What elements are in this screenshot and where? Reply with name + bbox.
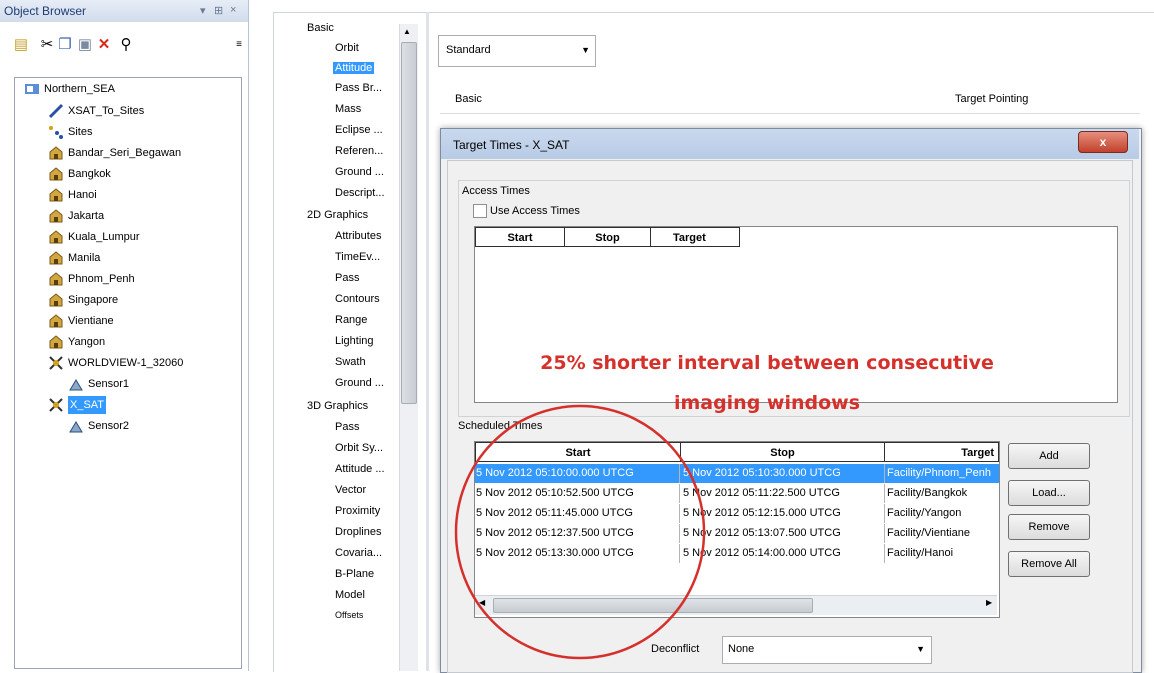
cell-stop: 5 Nov 2012 05:11:22.500 UTCG [681, 484, 885, 503]
category-group-2d-graphics[interactable]: 2D Graphics [307, 209, 368, 221]
category-item[interactable]: Contours [335, 293, 380, 305]
category-item[interactable]: B-Plane [335, 568, 374, 580]
cell-stop: 5 Nov 2012 05:10:30.000 UTCG [681, 464, 885, 483]
facility-icon [49, 251, 63, 265]
scroll-up-icon[interactable]: ▲ [403, 27, 411, 36]
facility-icon [49, 209, 63, 223]
category-item[interactable]: Referen... [335, 145, 383, 157]
scenario-icon [25, 84, 39, 94]
category-item[interactable]: Pass [335, 421, 359, 433]
category-group-basic[interactable]: Basic [307, 22, 334, 34]
scroll-right-icon[interactable]: ▶ [986, 598, 992, 607]
chevron-down-icon: ▼ [916, 644, 925, 654]
cell-stop: 5 Nov 2012 05:14:00.000 UTCG [681, 544, 885, 563]
category-list[interactable]: Basic Orbit Attitude Pass Br... Mass Ecl… [287, 22, 397, 671]
category-item-selected[interactable]: Attitude [333, 62, 375, 74]
facility-icon [49, 293, 63, 307]
annotation-ellipse [454, 404, 706, 660]
satellite-icon [49, 398, 63, 412]
chevron-down-icon: ▼ [581, 45, 590, 55]
category-item[interactable]: Attitude ... [335, 463, 385, 475]
target-pointing-label: Target Pointing [955, 93, 1029, 105]
category-group-3d-graphics[interactable]: 3D Graphics [307, 400, 368, 412]
category-item[interactable]: Orbit Sy... [335, 442, 383, 454]
chain-icon [48, 103, 64, 119]
category-item[interactable]: Vector [335, 484, 366, 496]
column-header-stop[interactable]: Stop [680, 442, 885, 462]
category-item[interactable]: Descript... [335, 187, 385, 199]
satellite-icon [49, 356, 63, 370]
object-browser-toolbar: ▤ ✂ ❐ ▣ ✕ ⚲ ≡ [0, 22, 248, 72]
section-divider [440, 113, 1140, 114]
object-browser-titlebar: Object Browser ▾ ⊞ × [0, 0, 248, 23]
category-item[interactable]: Pass Br... [335, 82, 382, 94]
panel-dropdown-icon[interactable]: ▾ [200, 4, 206, 17]
category-item[interactable]: Offsets [335, 610, 363, 620]
splitter[interactable] [426, 12, 429, 671]
access-times-label: Access Times [462, 185, 530, 197]
cell-target: Facility/Bangkok [887, 487, 968, 499]
use-access-times-label[interactable]: Use Access Times [490, 205, 580, 217]
remove-button[interactable]: Remove [1008, 514, 1090, 540]
constellation-icon [49, 126, 63, 139]
dialog-titlebar[interactable]: Target Times - X_SAT [441, 129, 1139, 159]
category-item[interactable]: Lighting [335, 335, 374, 347]
category-item[interactable]: Ground ... [335, 377, 384, 389]
category-item[interactable]: TimeEv... [335, 251, 380, 263]
load-button[interactable]: Load... [1008, 480, 1090, 506]
column-header-target[interactable]: Target [650, 227, 740, 247]
category-item[interactable]: Proximity [335, 505, 380, 517]
category-item[interactable]: Orbit [335, 42, 359, 54]
basic-section-label: Basic [455, 93, 482, 105]
facility-icon [49, 314, 63, 328]
sensor-icon [69, 421, 83, 433]
category-item[interactable]: Pass [335, 272, 359, 284]
delete-icon[interactable]: ✕ [95, 36, 113, 54]
category-item[interactable]: Eclipse ... [335, 124, 383, 136]
facility-icon [49, 188, 63, 202]
object-browser-title: Object Browser [4, 4, 87, 18]
facility-icon [49, 167, 63, 181]
cell-stop: 5 Nov 2012 05:12:15.000 UTCG [681, 504, 885, 523]
dialog-title: Target Times - X_SAT [453, 138, 570, 152]
column-header-stop[interactable]: Stop [564, 227, 651, 247]
category-item[interactable]: Attributes [335, 230, 381, 242]
pin-icon[interactable]: ⊞ [214, 4, 223, 17]
facility-icon [49, 272, 63, 286]
toolbar-overflow-icon[interactable]: ≡ [230, 36, 248, 54]
cell-target: Facility/Hanoi [887, 547, 954, 559]
copy-icon[interactable]: ❐ [56, 36, 74, 54]
column-header-start[interactable]: Start [475, 227, 565, 247]
category-item[interactable]: Droplines [335, 526, 381, 538]
annotation-line-1: 25% shorter interval between consecutive [540, 352, 994, 374]
close-icon[interactable]: × [230, 4, 236, 16]
find-binoculars-icon[interactable]: ⚲ [117, 36, 135, 54]
remove-all-button[interactable]: Remove All [1008, 551, 1090, 577]
facility-icon [49, 230, 63, 244]
cut-icon[interactable]: ✂ [38, 36, 56, 54]
new-object-icon[interactable]: ▤ [12, 36, 30, 54]
facility-icon [49, 146, 63, 160]
dialog-close-button[interactable]: x [1078, 131, 1128, 153]
paste-icon[interactable]: ▣ [76, 36, 94, 54]
deconflict-combo[interactable]: None ▼ [722, 636, 932, 664]
sensor-icon [69, 379, 83, 391]
cell-target: Facility/Phnom_Penh [887, 467, 991, 479]
use-access-times-checkbox[interactable] [473, 204, 487, 218]
column-header-target[interactable]: Target [884, 442, 999, 462]
cell-stop: 5 Nov 2012 05:13:07.500 UTCG [681, 524, 885, 543]
category-item[interactable]: Swath [335, 356, 366, 368]
category-item[interactable]: Model [335, 589, 365, 601]
category-item[interactable]: Covaria... [335, 547, 382, 559]
category-item[interactable]: Mass [335, 103, 361, 115]
category-item[interactable]: Range [335, 314, 367, 326]
category-scroll-thumb[interactable] [401, 42, 417, 404]
cell-target: Facility/Yangon [887, 507, 962, 519]
category-item[interactable]: Ground ... [335, 166, 384, 178]
facility-icon [49, 335, 63, 349]
add-button[interactable]: Add [1008, 443, 1090, 469]
cell-target: Facility/Vientiane [887, 527, 970, 539]
attitude-type-combo[interactable]: Standard ▼ [438, 35, 596, 67]
